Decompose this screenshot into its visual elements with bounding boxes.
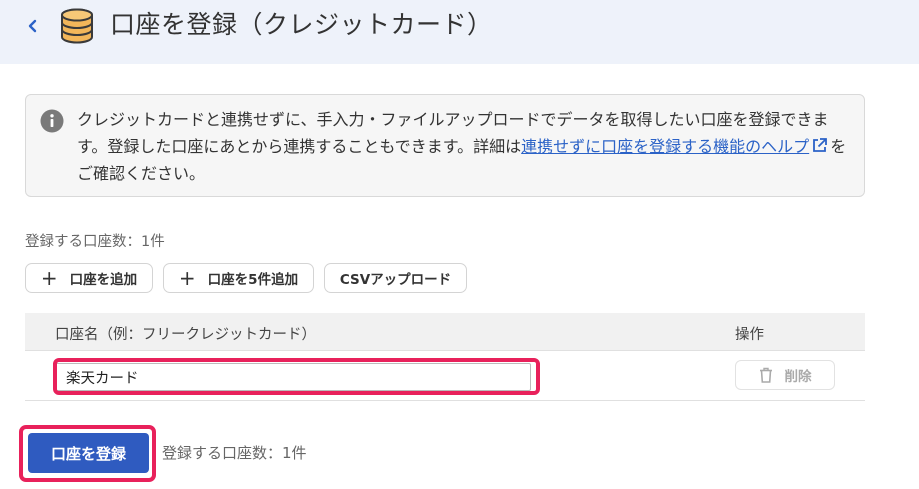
register-account-button[interactable]: 口座を登録 bbox=[28, 433, 149, 473]
info-icon bbox=[40, 109, 64, 133]
add-account-button[interactable]: + 口座を追加 bbox=[25, 263, 153, 293]
add-five-accounts-button[interactable]: + 口座を5件追加 bbox=[163, 263, 314, 293]
column-header-operation: 操作 bbox=[735, 327, 764, 343]
delete-label: 削除 bbox=[784, 369, 812, 385]
account-name-input[interactable] bbox=[55, 363, 531, 391]
csv-upload-button[interactable]: CSVアップロード bbox=[324, 263, 467, 293]
table-row: 削除 bbox=[25, 351, 865, 401]
info-notice: クレジットカードと連携せずに、手入力・ファイルアップロードでデータを取得したい口… bbox=[25, 94, 865, 197]
external-link-icon bbox=[813, 138, 828, 152]
help-link[interactable]: 連携せずに口座を登録する機能のヘルプ bbox=[521, 137, 830, 156]
csv-upload-label: CSVアップロード bbox=[339, 272, 452, 288]
database-icon bbox=[61, 8, 93, 44]
delete-button[interactable]: 削除 bbox=[735, 360, 835, 390]
add-account-label: 口座を追加 bbox=[69, 272, 138, 288]
account-count: 登録する口座数：1件 bbox=[25, 234, 165, 250]
info-text: クレジットカードと連携せずに、手入力・ファイルアップロードでデータを取得したい口… bbox=[77, 106, 857, 187]
plus-icon: + bbox=[178, 266, 196, 290]
page-header: 口座を登録（クレジットカード） bbox=[0, 0, 919, 64]
chevron-left-icon bbox=[28, 19, 37, 33]
add-five-accounts-label: 口座を5件追加 bbox=[207, 272, 299, 288]
plus-icon: + bbox=[40, 266, 58, 290]
back-button[interactable] bbox=[22, 14, 44, 38]
help-link-label: 連携せずに口座を登録する機能のヘルプ bbox=[521, 137, 810, 156]
page-title: 口座を登録（クレジットカード） bbox=[110, 10, 493, 39]
register-account-label: 口座を登録 bbox=[50, 444, 126, 463]
trash-icon bbox=[759, 367, 772, 383]
table-header: 口座名（例：フリークレジットカード） 操作 bbox=[25, 313, 865, 351]
column-header-name: 口座名（例：フリークレジットカード） bbox=[55, 327, 316, 343]
account-count-footer: 登録する口座数：1件 bbox=[162, 444, 307, 462]
